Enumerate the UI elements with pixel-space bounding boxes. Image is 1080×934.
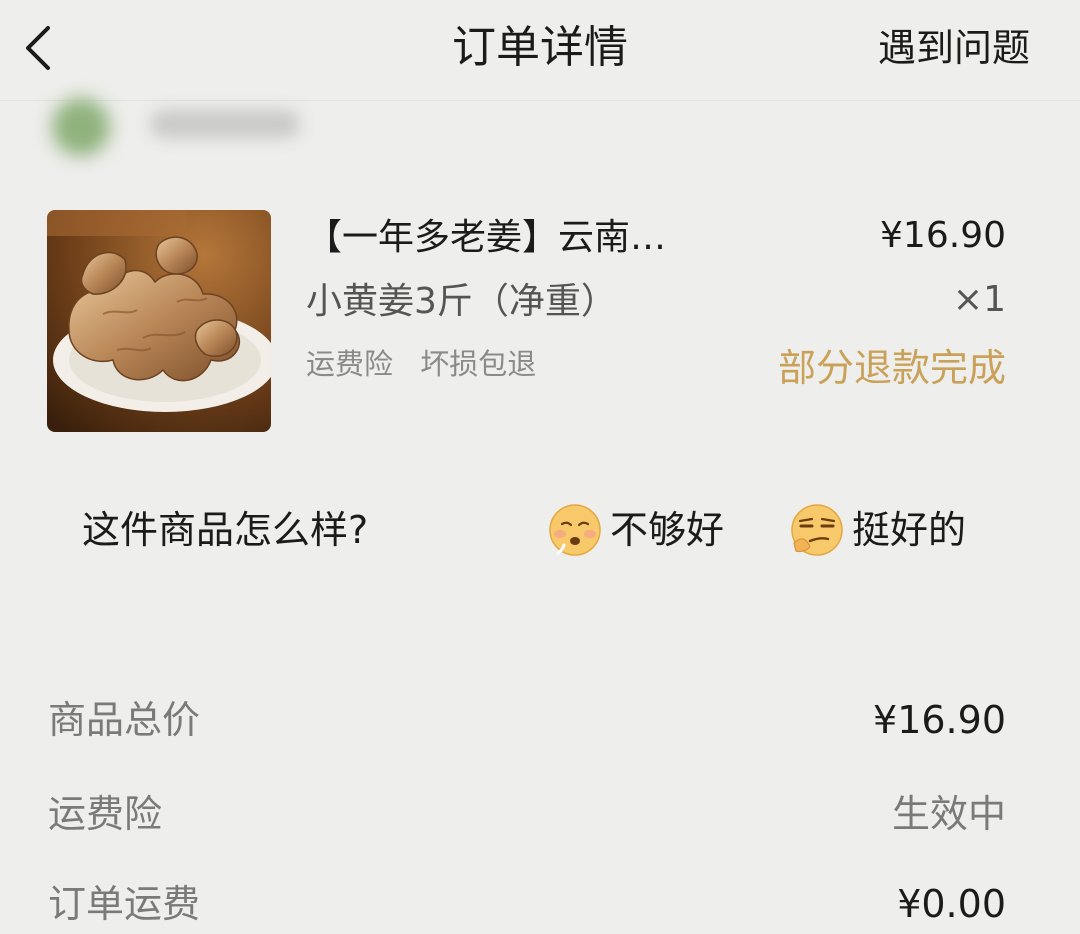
rating-not-good-button[interactable]: 不够好 xyxy=(548,500,724,560)
rating-not-good-label: 不够好 xyxy=(610,508,725,552)
tag-damage-return: 坏损包退 xyxy=(420,347,537,381)
help-button[interactable]: 遇到问题 xyxy=(878,18,1030,78)
ginger-photo xyxy=(47,210,271,432)
rating-good-button[interactable]: 挺好的 xyxy=(790,500,966,560)
tag-shipping-insurance: 运费险 xyxy=(306,347,394,381)
rating-question: 这件商品怎么样? xyxy=(82,508,369,552)
summary-label: 商品总价 xyxy=(48,698,201,742)
product-quantity: ×1 xyxy=(952,279,1006,320)
disappointed-face-icon xyxy=(549,504,601,556)
back-button[interactable] xyxy=(18,22,62,74)
refund-status-link[interactable]: 部分退款完成 xyxy=(778,340,1006,396)
summary-value: ¥0.00 xyxy=(897,882,1006,926)
summary-label: 订单运费 xyxy=(48,882,201,926)
shop-avatar xyxy=(52,98,110,156)
chevron-left-icon xyxy=(26,26,50,70)
product-thumbnail[interactable] xyxy=(47,210,271,432)
shop-header[interactable] xyxy=(40,88,340,158)
product-price: ¥16.90 xyxy=(880,215,1006,256)
product-sku: 小黄姜3斤（净重） xyxy=(306,281,617,322)
rating-good-label: 挺好的 xyxy=(852,508,967,552)
summary-row-order-shipping: 订单运费 ¥0.00 xyxy=(48,874,1008,934)
summary-label: 运费险 xyxy=(48,792,163,836)
summary-row-goods-total: 商品总价 ¥16.90 xyxy=(48,690,1008,750)
summary-row-shipping-insurance[interactable]: 运费险 生效中 xyxy=(48,784,1008,844)
product-service-tags: 运费险 坏损包退 xyxy=(306,340,536,388)
summary-value: 生效中 xyxy=(891,792,1006,836)
top-nav-bar: 订单详情 遇到问题 xyxy=(0,0,1080,101)
smug-face-icon xyxy=(791,504,843,556)
summary-value: ¥16.90 xyxy=(873,698,1006,742)
product-title[interactable]: 【一年多老姜】云南… xyxy=(306,210,746,266)
shop-name-redacted xyxy=(150,110,300,138)
